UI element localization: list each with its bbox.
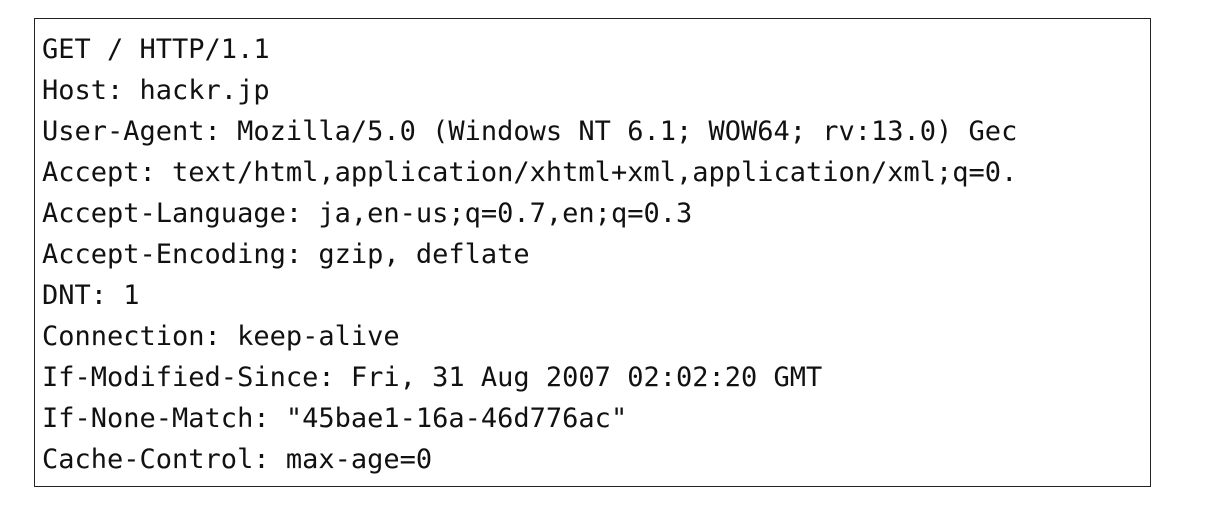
header-dnt: DNT: 1 [42, 280, 140, 311]
header-if-modified-since: If-Modified-Since: Fri, 31 Aug 2007 02:0… [42, 362, 823, 393]
header-host: Host: hackr.jp [42, 75, 270, 106]
header-accept: Accept: text/html,application/xhtml+xml,… [42, 157, 1018, 188]
header-if-none-match: If-None-Match: "45bae1-16a-46d776ac" [42, 403, 628, 434]
header-connection: Connection: keep-alive [42, 321, 400, 352]
http-request-lines: GET / HTTP/1.1 Host: hackr.jp User-Agent… [42, 29, 1017, 480]
header-user-agent: User-Agent: Mozilla/5.0 (Windows NT 6.1;… [42, 116, 1018, 147]
header-accept-encoding: Accept-Encoding: gzip, deflate [42, 239, 530, 270]
request-line: GET / HTTP/1.1 [42, 34, 270, 65]
header-accept-language: Accept-Language: ja,en-us;q=0.7,en;q=0.3 [42, 198, 693, 229]
http-request-box: GET / HTTP/1.1 Host: hackr.jp User-Agent… [34, 18, 1151, 487]
header-cache-control: Cache-Control: max-age=0 [42, 444, 433, 475]
